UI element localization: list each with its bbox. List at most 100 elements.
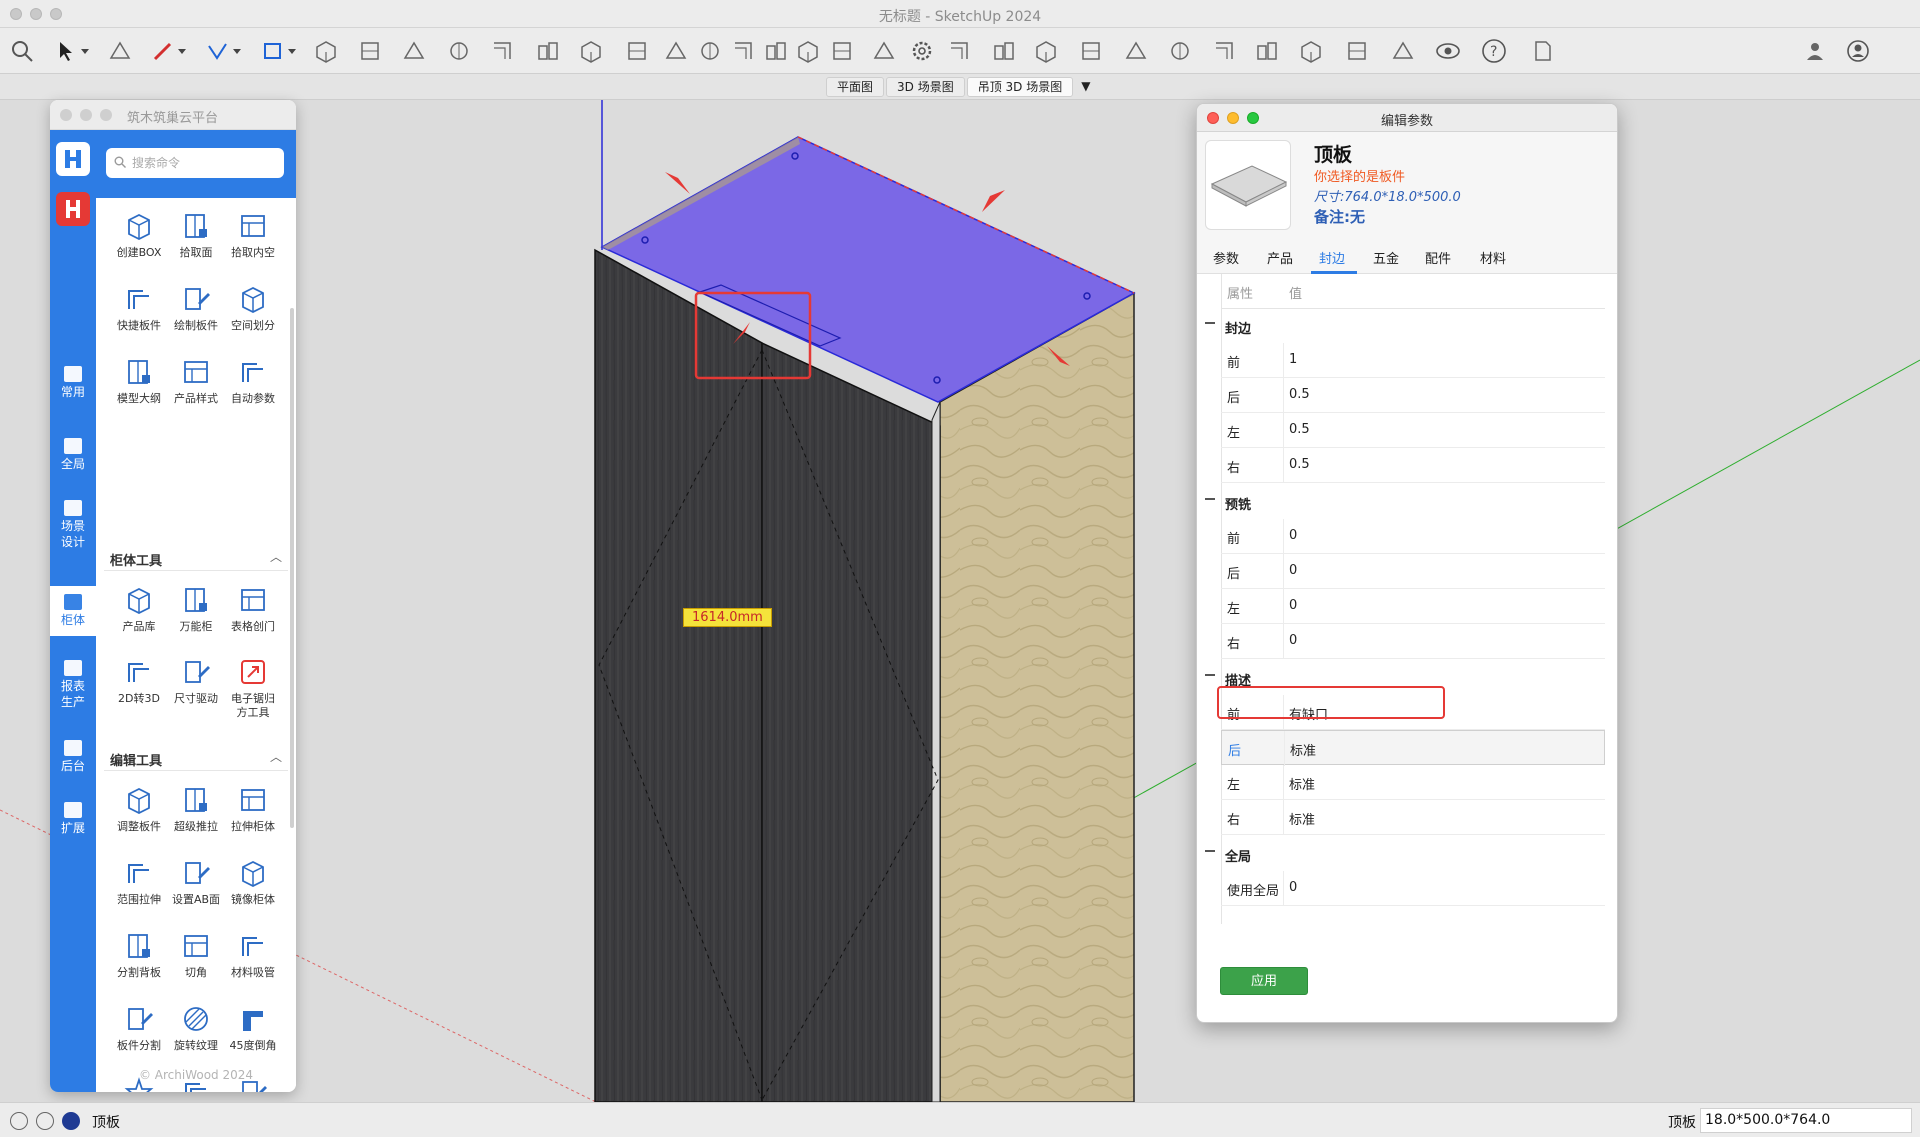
collapse-icon[interactable] — [1205, 498, 1215, 500]
tool-chamfer[interactable]: 切角 — [166, 930, 226, 980]
fog-icon[interactable] — [1209, 36, 1239, 66]
tool-auto-param[interactable]: 自动参数 — [223, 356, 283, 406]
tool-rotate-texture[interactable]: 旋转纹理 — [166, 1003, 226, 1053]
group-pre-milling[interactable]: 预铣 — [1197, 485, 1617, 519]
plugin-minimize-button[interactable] — [80, 109, 92, 121]
tool-pick-inner[interactable]: 拾取内空 — [223, 210, 283, 260]
plugin-scrollbar[interactable] — [290, 308, 294, 828]
measurements-input[interactable]: 18.0*500.0*764.0 — [1700, 1108, 1912, 1133]
tool-range-stretch[interactable]: 范围拉伸 — [109, 857, 169, 907]
section-icon[interactable] — [869, 36, 899, 66]
group-edge-banding[interactable]: 封边 — [1197, 309, 1617, 343]
tool-adjust-board[interactable]: 调整板件 — [109, 784, 169, 834]
materials-icon[interactable] — [989, 36, 1019, 66]
property-row[interactable]: 左0 — [1221, 589, 1605, 624]
archiwood-red-logo[interactable] — [56, 192, 90, 226]
soften-icon[interactable] — [1342, 36, 1372, 66]
property-value[interactable]: 标准 — [1290, 740, 1316, 759]
tool-saw-tool[interactable]: 电子锯归 方工具 — [223, 656, 283, 720]
property-row[interactable]: 后 标准 — [1221, 730, 1605, 766]
property-value[interactable]: 0 — [1289, 633, 1297, 648]
sidebar-item-extension[interactable]: 扩展 — [50, 802, 96, 836]
property-value[interactable]: 0 — [1289, 528, 1297, 543]
tab-material[interactable]: 材料 — [1480, 248, 1506, 267]
geo-location-icon[interactable] — [10, 1112, 28, 1130]
tab-params[interactable]: 参数 — [1213, 248, 1239, 267]
xray-icon[interactable] — [661, 36, 691, 66]
tool-size-drive[interactable]: 尺寸驱动 — [166, 656, 226, 706]
outliner-icon[interactable] — [1252, 36, 1282, 66]
text-icon[interactable] — [622, 36, 652, 66]
property-value[interactable]: 标准 — [1289, 809, 1315, 828]
view-icon[interactable] — [1433, 36, 1463, 66]
scene-tab-plan[interactable]: 平面图 — [826, 77, 885, 97]
collapse-icon[interactable] — [1205, 674, 1215, 676]
tool-material-picker[interactable]: 材料吸管 — [223, 930, 283, 980]
property-row[interactable]: 左 0.5 — [1221, 413, 1605, 448]
property-row[interactable]: 左 标准 — [1221, 765, 1605, 800]
tab-edge-banding[interactable]: 封边 — [1319, 248, 1345, 267]
scene-tab-3d[interactable]: 3D 场景图 — [886, 77, 965, 97]
tool-draw-board[interactable]: 绘制板件 — [166, 283, 226, 333]
property-row[interactable]: 右0 — [1221, 624, 1605, 659]
polyline-icon[interactable] — [203, 36, 241, 66]
eraser-icon[interactable] — [105, 36, 135, 66]
scene-menu-arrow[interactable]: ▼ — [1075, 77, 1096, 97]
offset-icon[interactable] — [533, 36, 563, 66]
scene-tab-ceiling-3d[interactable]: 吊顶 3D 场景图 — [966, 77, 1074, 97]
textured-icon[interactable] — [793, 36, 823, 66]
sidebar-item-cabinet[interactable]: 柜体 — [50, 586, 96, 636]
tool-quick-board[interactable]: 快捷板件 — [109, 283, 169, 333]
property-row[interactable]: 后 0.5 — [1221, 378, 1605, 413]
plugin-zoom-button[interactable] — [100, 109, 112, 121]
property-row[interactable]: 右 0.5 — [1221, 448, 1605, 483]
instructor-icon[interactable] — [1388, 36, 1418, 66]
help-icon[interactable]: ? — [1479, 36, 1509, 66]
tool-split-back[interactable]: 分割背板 — [109, 930, 169, 980]
sidebar-item-report[interactable]: 报表 生产 — [50, 660, 96, 710]
collapse-icon[interactable] — [1205, 322, 1215, 324]
collapse-cabinet-icon[interactable]: ︿ — [270, 548, 282, 565]
property-row[interactable]: 右 标准 — [1221, 800, 1605, 835]
tool-set-ab[interactable]: 设置AB面 — [166, 857, 226, 907]
styles-icon[interactable] — [1031, 36, 1061, 66]
collapse-edit-icon[interactable]: ︿ — [270, 748, 282, 765]
tool-super-pushpull[interactable]: 超级推拉 — [166, 784, 226, 834]
cabinet-right-door[interactable] — [761, 341, 941, 1102]
scale-icon[interactable] — [487, 36, 517, 66]
settings-icon[interactable] — [907, 36, 937, 66]
property-row[interactable]: 后0 — [1221, 554, 1605, 589]
tool-csv-door[interactable]: 表格创门 — [223, 584, 283, 634]
property-row[interactable]: 前0 — [1221, 519, 1605, 554]
plugin-close-button[interactable] — [60, 109, 72, 121]
push-arrow-handle[interactable] — [665, 172, 690, 194]
entity-icon[interactable] — [1296, 36, 1326, 66]
tool-product-lib[interactable]: 产品库 — [109, 584, 169, 634]
tool-mirror-cabinet[interactable]: 镜像柜体 — [223, 857, 283, 907]
help-icon[interactable] — [62, 1112, 80, 1130]
property-value[interactable]: 0.5 — [1289, 422, 1310, 437]
monochrome-icon[interactable] — [827, 36, 857, 66]
tool-stretch-cabinet[interactable]: 拉伸柜体 — [223, 784, 283, 834]
document-icon[interactable] — [1527, 36, 1557, 66]
property-value[interactable]: 0 — [1289, 563, 1297, 578]
tool-product-style[interactable]: 产品样式 — [166, 356, 226, 406]
sidebar-item-global[interactable]: 全局 — [50, 438, 96, 472]
scenes-icon[interactable] — [1121, 36, 1151, 66]
select-icon[interactable] — [51, 36, 89, 66]
layers-icon[interactable] — [1076, 36, 1106, 66]
tape-icon[interactable] — [576, 36, 606, 66]
property-value[interactable]: 标准 — [1289, 774, 1315, 793]
rotate-icon[interactable] — [444, 36, 474, 66]
account-icon[interactable] — [1843, 36, 1873, 66]
tab-fittings[interactable]: 配件 — [1425, 248, 1451, 267]
collapse-icon[interactable] — [1205, 850, 1215, 852]
property-value[interactable]: 0 — [1289, 880, 1297, 895]
profile-icon[interactable] — [1800, 36, 1830, 66]
tool-board-split[interactable]: 板件分割 — [109, 1003, 169, 1053]
sidebar-item-common[interactable]: 常用 — [50, 366, 96, 400]
follow-me-icon[interactable] — [355, 36, 385, 66]
group-global[interactable]: 全局 — [1197, 837, 1617, 871]
tool-space-divide[interactable]: 空间划分 — [223, 283, 283, 333]
property-row[interactable]: 使用全局 0 — [1221, 871, 1605, 906]
